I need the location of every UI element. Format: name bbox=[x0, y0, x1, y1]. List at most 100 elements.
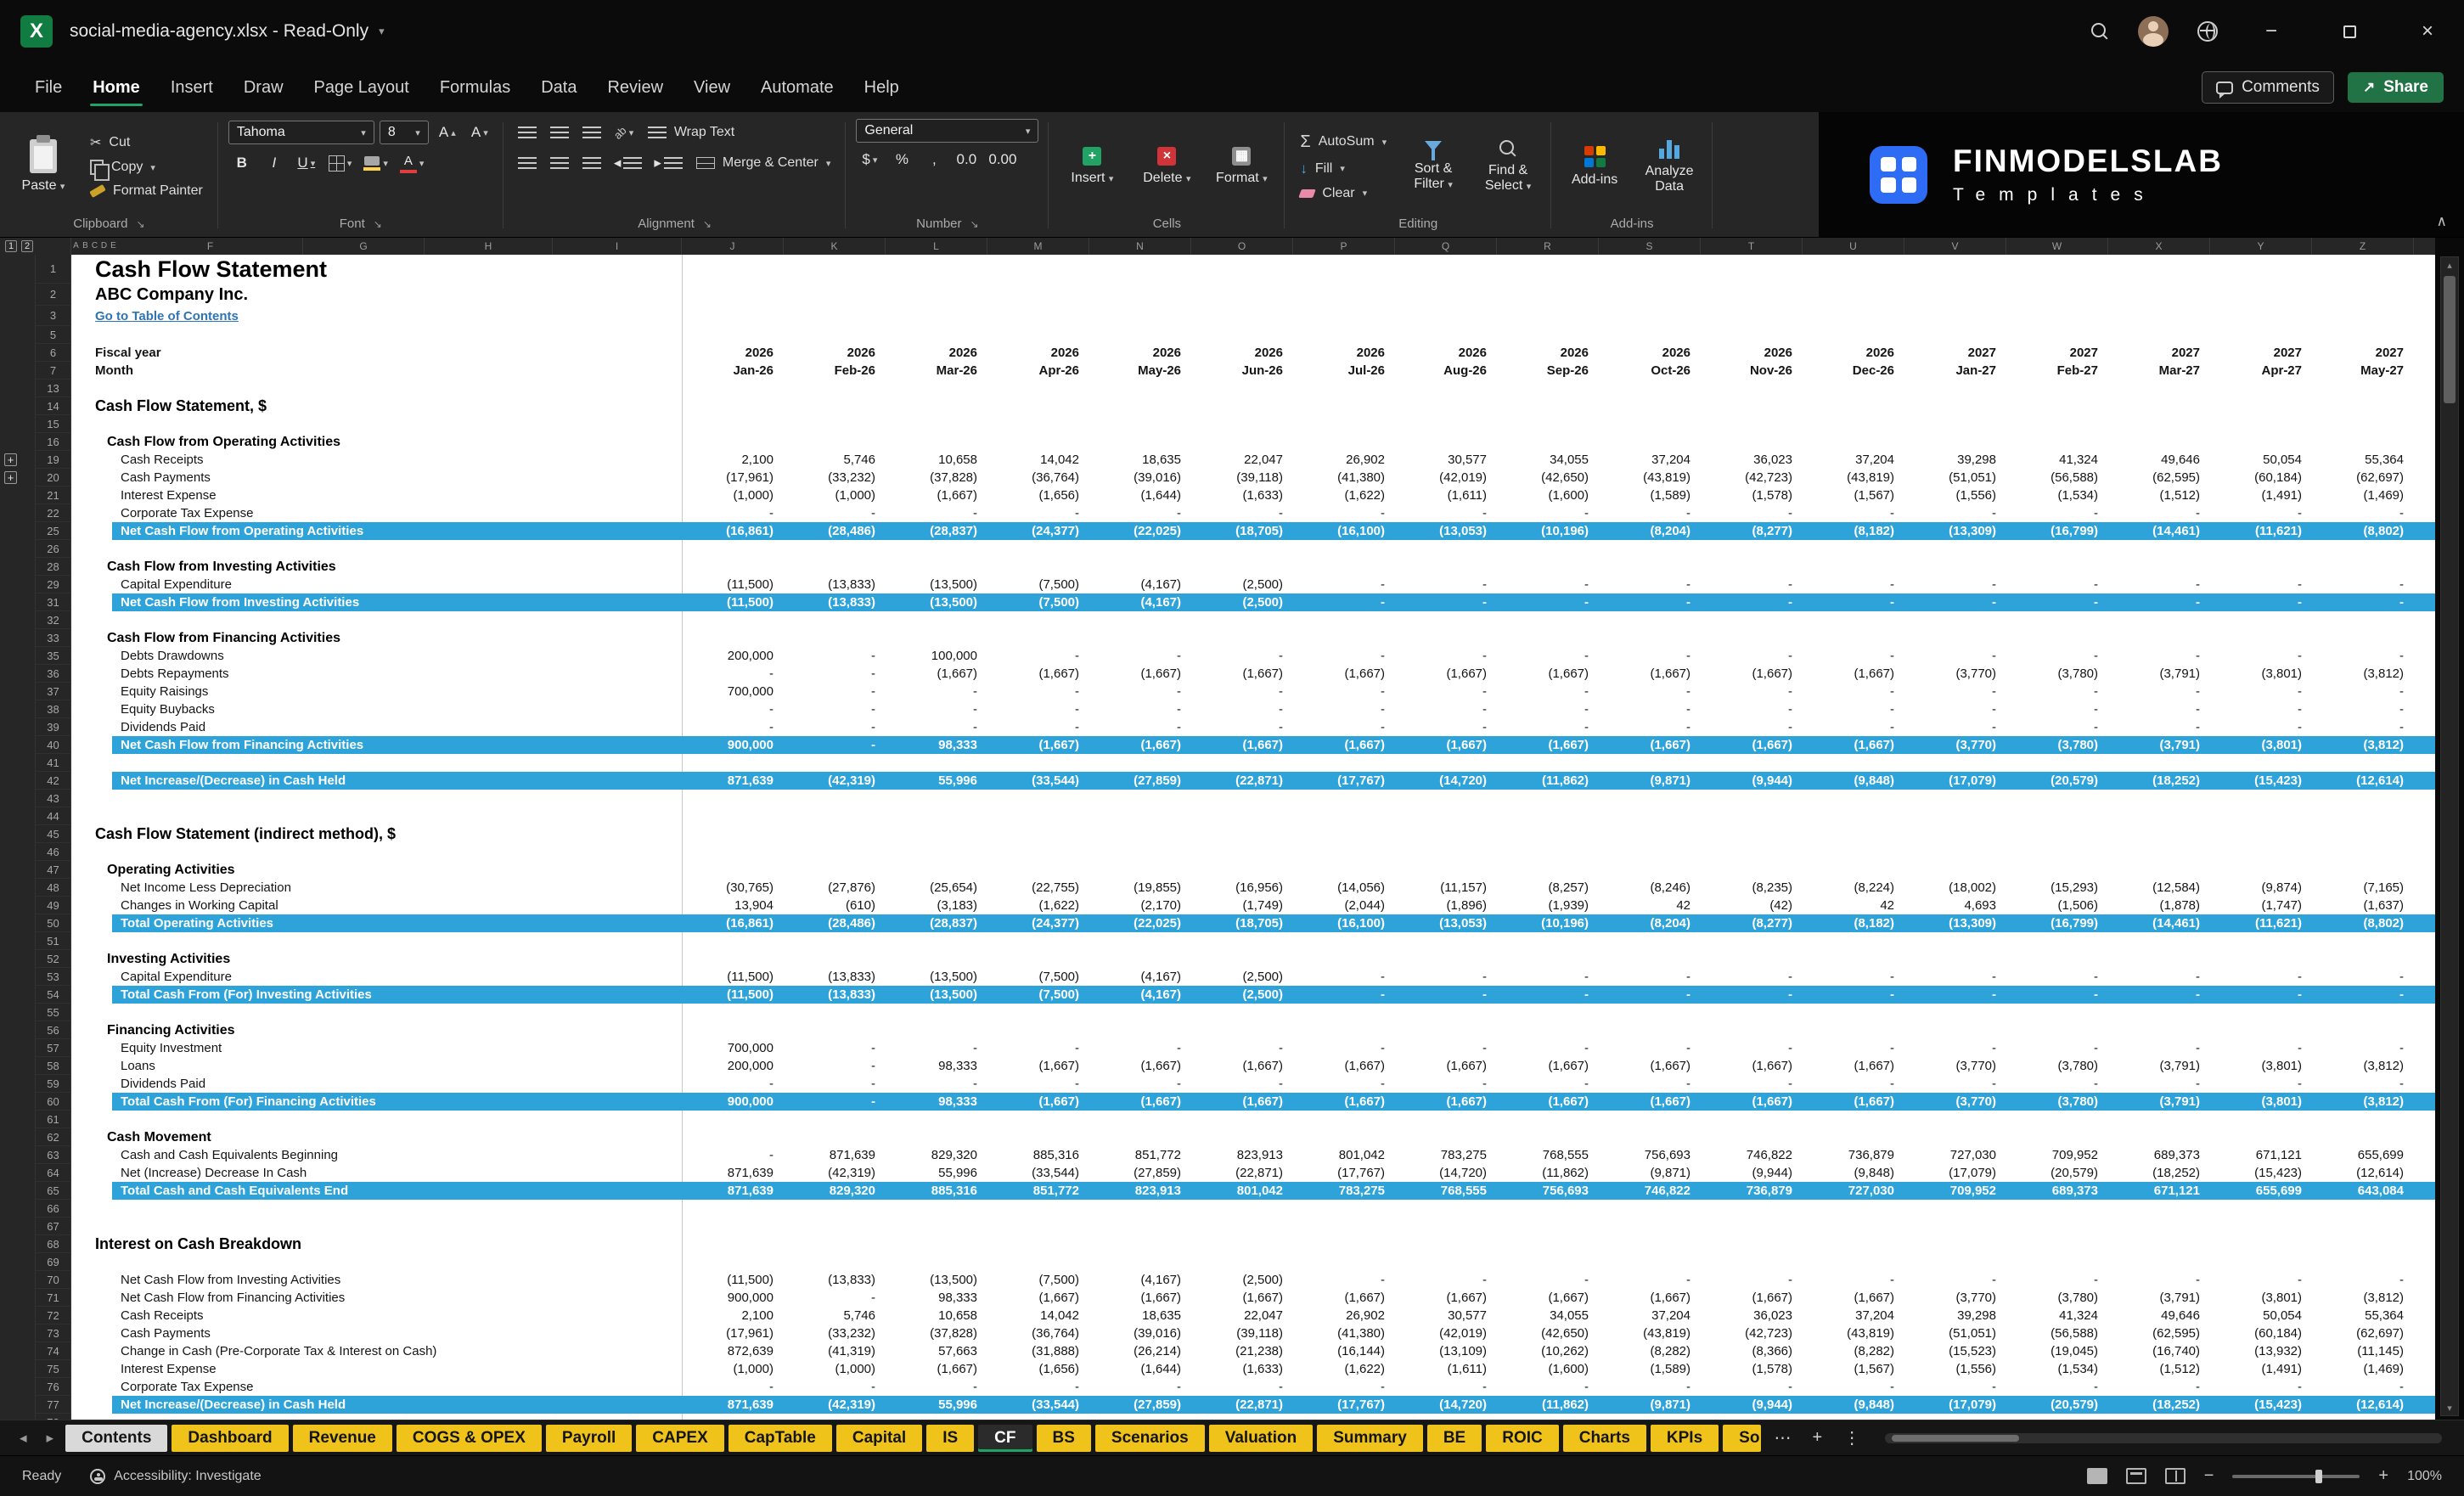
cell[interactable] bbox=[2108, 1021, 2210, 1039]
cell[interactable]: - bbox=[1803, 576, 1904, 593]
cell[interactable]: - bbox=[2108, 968, 2210, 986]
cell[interactable]: 2026 bbox=[1395, 344, 1497, 362]
cell[interactable]: (3,770) bbox=[1904, 1289, 2006, 1307]
cell[interactable] bbox=[2108, 1111, 2210, 1128]
cell[interactable] bbox=[2312, 255, 2414, 284]
cell[interactable] bbox=[1497, 540, 1599, 558]
cell[interactable]: 655,699 bbox=[2210, 1182, 2312, 1200]
cell[interactable]: (18,252) bbox=[2108, 1396, 2210, 1414]
cell[interactable]: (1,878) bbox=[2108, 897, 2210, 914]
cell[interactable]: - bbox=[1293, 718, 1395, 736]
menu-home[interactable]: Home bbox=[78, 70, 155, 106]
cell[interactable]: 871,639 bbox=[682, 1396, 784, 1414]
cell[interactable]: 2026 bbox=[1497, 344, 1599, 362]
cell[interactable]: - bbox=[1089, 718, 1191, 736]
cell[interactable] bbox=[886, 255, 987, 284]
cell[interactable] bbox=[1599, 397, 1701, 415]
cell[interactable] bbox=[2006, 326, 2108, 344]
cell[interactable] bbox=[1497, 1218, 1599, 1235]
row-header-51[interactable]: 51 bbox=[36, 932, 71, 950]
cell[interactable]: (41,380) bbox=[1293, 469, 1395, 486]
cell[interactable] bbox=[1497, 932, 1599, 950]
cell[interactable] bbox=[2108, 1253, 2210, 1271]
cell[interactable]: (3,812) bbox=[2312, 1289, 2414, 1307]
cell[interactable] bbox=[1191, 326, 1293, 344]
cell[interactable]: Aug-26 bbox=[1395, 362, 1497, 380]
cell[interactable] bbox=[1701, 380, 1803, 397]
cell[interactable]: 13,904 bbox=[682, 897, 784, 914]
column-header-W[interactable]: W bbox=[2006, 238, 2108, 255]
cell[interactable] bbox=[987, 754, 1089, 772]
row-header-75[interactable]: 75 bbox=[36, 1360, 71, 1378]
cell[interactable] bbox=[1701, 415, 1803, 433]
cell[interactable]: - bbox=[1701, 700, 1803, 718]
cell[interactable] bbox=[2312, 558, 2414, 576]
cell[interactable]: (15,523) bbox=[1904, 1342, 2006, 1360]
cell[interactable] bbox=[1904, 754, 2006, 772]
cell[interactable] bbox=[886, 807, 987, 825]
cell[interactable] bbox=[1395, 1021, 1497, 1039]
cell[interactable] bbox=[1904, 1200, 2006, 1218]
cell[interactable] bbox=[1599, 611, 1701, 629]
column-header-K[interactable]: K bbox=[784, 238, 886, 255]
cell[interactable]: (1,667) bbox=[1395, 1289, 1497, 1307]
cell[interactable]: 851,772 bbox=[987, 1182, 1089, 1200]
cell[interactable]: (36,764) bbox=[987, 469, 1089, 486]
cell[interactable] bbox=[682, 1253, 784, 1271]
cell[interactable] bbox=[1599, 843, 1701, 861]
sort-filter-button[interactable]: Sort & Filter ▾ bbox=[1400, 119, 1466, 214]
cell[interactable]: (37,828) bbox=[886, 469, 987, 486]
cell[interactable] bbox=[1089, 843, 1191, 861]
cell[interactable] bbox=[2006, 807, 2108, 825]
column-header-H[interactable]: H bbox=[425, 238, 553, 255]
zoom-level[interactable]: 100% bbox=[2407, 1469, 2442, 1484]
cell[interactable] bbox=[1293, 611, 1395, 629]
cell[interactable]: - bbox=[1904, 968, 2006, 986]
cell[interactable] bbox=[2108, 306, 2210, 326]
cell[interactable]: (4,167) bbox=[1089, 576, 1191, 593]
cell[interactable] bbox=[1803, 380, 1904, 397]
cell[interactable]: (2,170) bbox=[1089, 897, 1191, 914]
cell[interactable]: (3,183) bbox=[886, 897, 987, 914]
row-header-47[interactable]: 47 bbox=[36, 861, 71, 879]
cell[interactable]: (1,534) bbox=[2006, 486, 2108, 504]
row-header-55[interactable]: 55 bbox=[36, 1004, 71, 1021]
cell[interactable]: (1,534) bbox=[2006, 1360, 2108, 1378]
cell[interactable]: 2026 bbox=[1191, 344, 1293, 362]
cell[interactable]: (3,801) bbox=[2210, 1289, 2312, 1307]
align-bottom-button[interactable] bbox=[578, 119, 605, 146]
cell[interactable]: (3,791) bbox=[2108, 665, 2210, 683]
row-header-35[interactable]: 35 bbox=[36, 647, 71, 665]
cell[interactable] bbox=[1497, 397, 1599, 415]
cell[interactable] bbox=[1089, 1021, 1191, 1039]
cell[interactable]: 50,054 bbox=[2210, 1307, 2312, 1324]
cell[interactable] bbox=[1803, 1128, 1904, 1146]
cell[interactable] bbox=[1803, 415, 1904, 433]
cell[interactable]: 200,000 bbox=[682, 647, 784, 665]
cell[interactable] bbox=[2210, 284, 2312, 306]
cell[interactable] bbox=[2312, 843, 2414, 861]
cell[interactable]: (2,500) bbox=[1191, 1271, 1293, 1289]
cell[interactable] bbox=[1293, 932, 1395, 950]
row-header-26[interactable]: 26 bbox=[36, 540, 71, 558]
cell[interactable]: (1,667) bbox=[1701, 1093, 1803, 1111]
cell[interactable] bbox=[784, 415, 886, 433]
cell[interactable] bbox=[1904, 950, 2006, 968]
cell[interactable]: 823,913 bbox=[1191, 1146, 1293, 1164]
cell[interactable]: (1,667) bbox=[1293, 665, 1395, 683]
cell[interactable]: (2,044) bbox=[1293, 897, 1395, 914]
addins-button[interactable]: Add-ins bbox=[1561, 119, 1628, 214]
cell[interactable] bbox=[1701, 1111, 1803, 1128]
cell[interactable]: 643,084 bbox=[2312, 1182, 2414, 1200]
cell[interactable] bbox=[1293, 1253, 1395, 1271]
cell[interactable]: (60,184) bbox=[2210, 469, 2312, 486]
cell[interactable]: (17,767) bbox=[1293, 1164, 1395, 1182]
cell[interactable] bbox=[784, 326, 886, 344]
cell[interactable] bbox=[1904, 433, 2006, 451]
cell[interactable] bbox=[987, 558, 1089, 576]
cell[interactable] bbox=[2312, 326, 2414, 344]
cell[interactable]: (42,319) bbox=[784, 772, 886, 790]
cell[interactable] bbox=[1803, 1111, 1904, 1128]
row-header-3[interactable]: 3 bbox=[36, 306, 71, 326]
cell[interactable]: 18,635 bbox=[1089, 451, 1191, 469]
